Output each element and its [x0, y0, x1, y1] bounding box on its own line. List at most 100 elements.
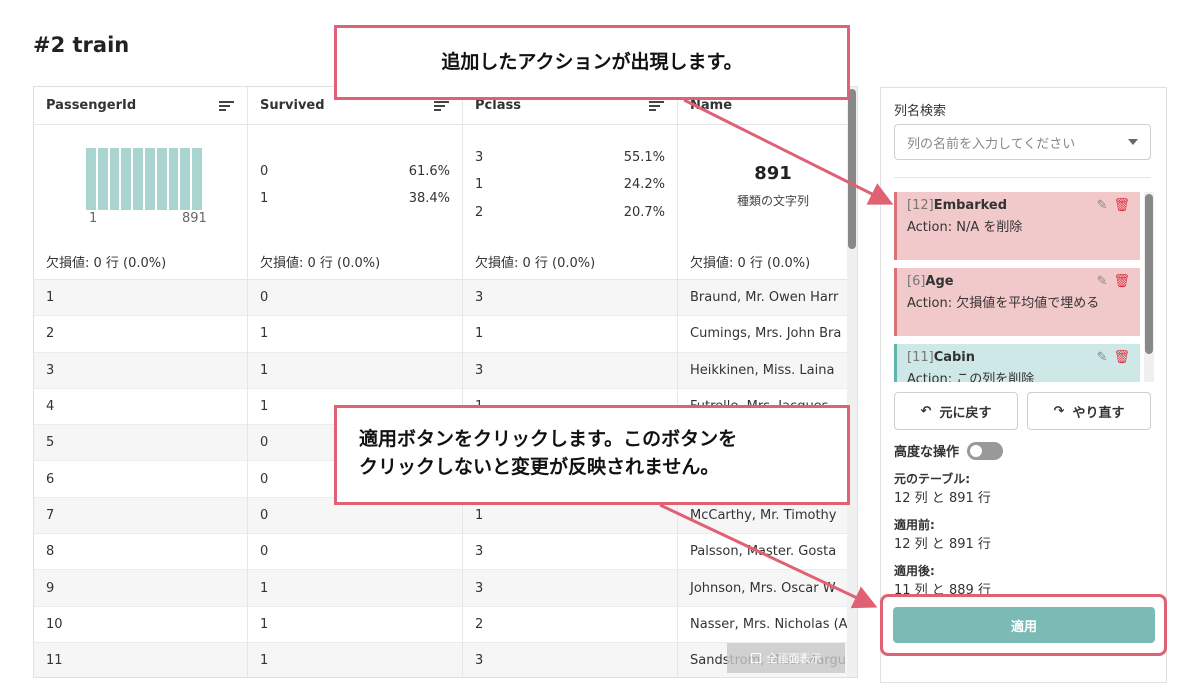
- table-cell[interactable]: 3: [463, 570, 677, 607]
- table-cell[interactable]: 1: [248, 316, 462, 353]
- action-column: [6]Age: [907, 274, 954, 289]
- table-cell[interactable]: Heikkinen, Miss. Laina: [678, 352, 857, 389]
- table-cell[interactable]: 3: [463, 280, 677, 317]
- column-name: Survived: [260, 98, 325, 113]
- fullscreen-icon: [750, 653, 761, 663]
- table-cell[interactable]: 1: [248, 607, 462, 643]
- table-cell[interactable]: Nasser, Mrs. Nicholas (A: [678, 607, 857, 643]
- table-cell[interactable]: Johnson, Mrs. Oscar W: [678, 570, 857, 607]
- column-name: Name: [690, 98, 733, 113]
- table-cell[interactable]: Palsson, Master. Gosta: [678, 534, 857, 571]
- dist-value: 1: [475, 177, 484, 192]
- edit-icon[interactable]: ✎: [1097, 350, 1108, 365]
- callout-text: 追加したアクションが出現します。: [441, 50, 743, 73]
- table-cell[interactable]: 1: [463, 316, 677, 353]
- callout-apply: 適用ボタンをクリックします。このボタンを クリックしないと変更が反映されません。: [334, 405, 850, 505]
- table-cell[interactable]: 0: [248, 280, 462, 317]
- dist-value: 3: [475, 150, 484, 165]
- table-cell[interactable]: 2: [34, 316, 247, 353]
- undo-icon: ↶: [920, 403, 932, 419]
- dist-value: 0: [260, 164, 269, 179]
- column-name: PassengerId: [46, 98, 137, 113]
- column-summary: 1 891 欠損値: 0 行 (0.0%): [34, 125, 247, 280]
- column-search-select[interactable]: 列の名前を入力してください: [894, 124, 1151, 160]
- edit-icon[interactable]: ✎: [1097, 274, 1108, 289]
- table-cell[interactable]: Braund, Mr. Owen Harr: [678, 280, 857, 317]
- table-cell[interactable]: 10: [34, 607, 247, 643]
- histogram-max-label: 891: [182, 211, 207, 226]
- table-cell[interactable]: 11: [34, 642, 247, 677]
- column-search-label: 列名検索: [894, 104, 947, 119]
- page-title: #2 train: [33, 33, 130, 57]
- unique-count: 891: [754, 163, 792, 184]
- table-cell[interactable]: 9: [34, 570, 247, 607]
- column-header-passengerid[interactable]: PassengerId: [34, 87, 247, 125]
- table-cell[interactable]: 5: [34, 425, 247, 462]
- column-name: Name 891 種類の文字列 欠損値: 0 行 (0.0%) Braund, …: [678, 87, 857, 677]
- dist-percent: 24.2%: [623, 177, 665, 192]
- delete-icon[interactable]: 🗑: [1113, 198, 1130, 213]
- redo-button[interactable]: ↷ やり直す: [1027, 392, 1151, 430]
- table-cell[interactable]: 7: [34, 497, 247, 535]
- action-card-header: [12]Embarked ✎ 🗑: [907, 198, 1130, 213]
- delete-icon[interactable]: 🗑: [1113, 350, 1130, 365]
- table-scrollbar[interactable]: [847, 87, 857, 677]
- delete-icon[interactable]: 🗑: [1113, 274, 1130, 289]
- table-cell[interactable]: 6: [34, 461, 247, 498]
- action-column-name: Age: [925, 274, 954, 289]
- action-description: Action: 欠損値を平均値で埋める: [907, 296, 1100, 311]
- dist-percent: 61.6%: [408, 164, 450, 179]
- action-column: [11]Cabin: [907, 350, 975, 365]
- table-cell[interactable]: 1: [248, 570, 462, 607]
- table-cell[interactable]: 3: [34, 352, 247, 389]
- table-cell[interactable]: 4: [34, 389, 247, 426]
- sort-icon[interactable]: [219, 100, 235, 112]
- table-cell[interactable]: 3: [463, 642, 677, 677]
- original-table-value: 12 列 と 891 行: [894, 491, 991, 506]
- action-column-name: Embarked: [933, 198, 1008, 213]
- action-description: Action: この列を削除: [907, 372, 1035, 382]
- distribution-row: 2 20.7%: [475, 205, 665, 220]
- undo-button[interactable]: ↶ 元に戻す: [894, 392, 1018, 430]
- action-column: [12]Embarked: [907, 198, 1007, 213]
- action-card[interactable]: [11]Cabin ✎ 🗑 Action: この列を削除: [894, 344, 1140, 382]
- action-card[interactable]: [12]Embarked ✎ 🗑 Action: N/A を削除: [894, 192, 1140, 260]
- column-search-placeholder: 列の名前を入力してください: [907, 136, 1076, 152]
- advanced-toggle[interactable]: [967, 441, 1004, 460]
- redo-icon: ↷: [1053, 403, 1065, 419]
- action-column-name: Cabin: [933, 350, 976, 365]
- after-apply-label: 適用後:: [894, 564, 935, 578]
- table-cell[interactable]: Cumings, Mrs. John Bra: [678, 316, 857, 353]
- table-cell[interactable]: 3: [463, 534, 677, 571]
- table-cell[interactable]: 8: [34, 534, 247, 571]
- table-cell[interactable]: 1: [248, 352, 462, 389]
- before-apply-label: 適用前:: [894, 518, 935, 532]
- before-apply-value: 12 列 と 891 行: [894, 537, 991, 552]
- advanced-label: 高度な操作: [894, 445, 960, 460]
- edit-icon[interactable]: ✎: [1097, 198, 1108, 213]
- fullscreen-button[interactable]: 全画面表示: [727, 643, 845, 673]
- table-cell[interactable]: 0: [248, 534, 462, 571]
- table-cell[interactable]: 3: [463, 352, 677, 389]
- sort-icon[interactable]: [434, 100, 450, 112]
- fullscreen-label: 全画面表示: [766, 652, 822, 665]
- sort-icon[interactable]: [649, 100, 665, 112]
- apply-button[interactable]: 適用: [893, 607, 1155, 643]
- table-cell[interactable]: 1: [248, 642, 462, 677]
- column-passengerid: PassengerId 1 891 欠損値: 0 行 (0.0%) 123456…: [34, 87, 248, 677]
- table-cell[interactable]: 2: [463, 607, 677, 643]
- missing-count: 欠損値: 0 行 (0.0%): [260, 256, 381, 271]
- missing-count: 欠損値: 0 行 (0.0%): [475, 256, 596, 271]
- dist-percent: 20.7%: [623, 205, 665, 220]
- action-card-header: [6]Age ✎ 🗑: [907, 274, 1130, 289]
- column-summary: 3 55.1% 1 24.2% 2 20.7% 欠損値: 0 行 (0.0%): [463, 125, 677, 280]
- action-list-scrollbar[interactable]: [1144, 192, 1154, 382]
- distribution-row: 0 61.6%: [260, 164, 450, 179]
- action-card[interactable]: [6]Age ✎ 🗑 Action: 欠損値を平均値で埋める: [894, 268, 1140, 336]
- distribution-row: 1 38.4%: [260, 191, 450, 206]
- action-index: [11]: [907, 350, 934, 365]
- callout-text-line2: クリックしないと変更が反映されません。: [359, 455, 720, 478]
- action-index: [6]: [907, 274, 926, 289]
- table-cell[interactable]: 1: [34, 280, 247, 317]
- redo-label: やり直す: [1072, 405, 1125, 421]
